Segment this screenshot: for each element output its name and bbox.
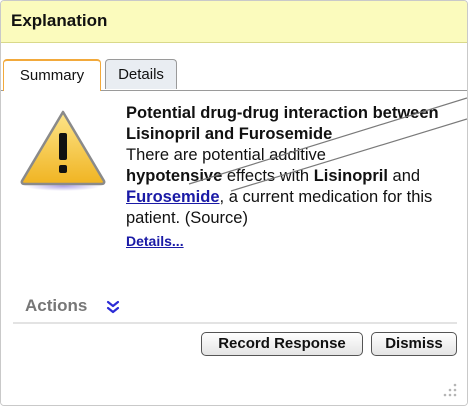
details-link[interactable]: Details...: [126, 231, 456, 252]
summary-content: Potential drug-drug interaction between …: [1, 91, 467, 405]
alert-text-2: effects with: [222, 167, 314, 185]
tab-bar: Summary Details: [1, 59, 467, 91]
alert-text-3: and: [387, 167, 421, 185]
alert-title: Potential drug-drug interaction between …: [126, 104, 439, 143]
panel-title: Explanation: [11, 11, 108, 30]
actions-label: Actions: [25, 296, 88, 315]
warning-icon: [20, 110, 106, 191]
explanation-panel: Explanation Summary Details Potential dr…: [0, 0, 468, 406]
alert-effect: hypotensive: [126, 167, 223, 185]
alert-drug: Lisinopril: [313, 167, 388, 185]
actions-divider: [13, 322, 457, 324]
tab-summary[interactable]: Summary: [3, 59, 101, 91]
alert-text-1: There are potential additive: [126, 146, 326, 164]
current-medication-link[interactable]: Furosemide: [126, 188, 220, 206]
record-response-button[interactable]: Record Response: [201, 332, 363, 356]
panel-header: Explanation: [1, 1, 467, 43]
tab-details[interactable]: Details: [105, 59, 177, 89]
resize-grip-icon[interactable]: [443, 383, 457, 397]
double-chevron-down-icon[interactable]: [105, 299, 121, 315]
alert-message: Potential drug-drug interaction between …: [126, 103, 456, 252]
dismiss-button[interactable]: Dismiss: [371, 332, 457, 356]
